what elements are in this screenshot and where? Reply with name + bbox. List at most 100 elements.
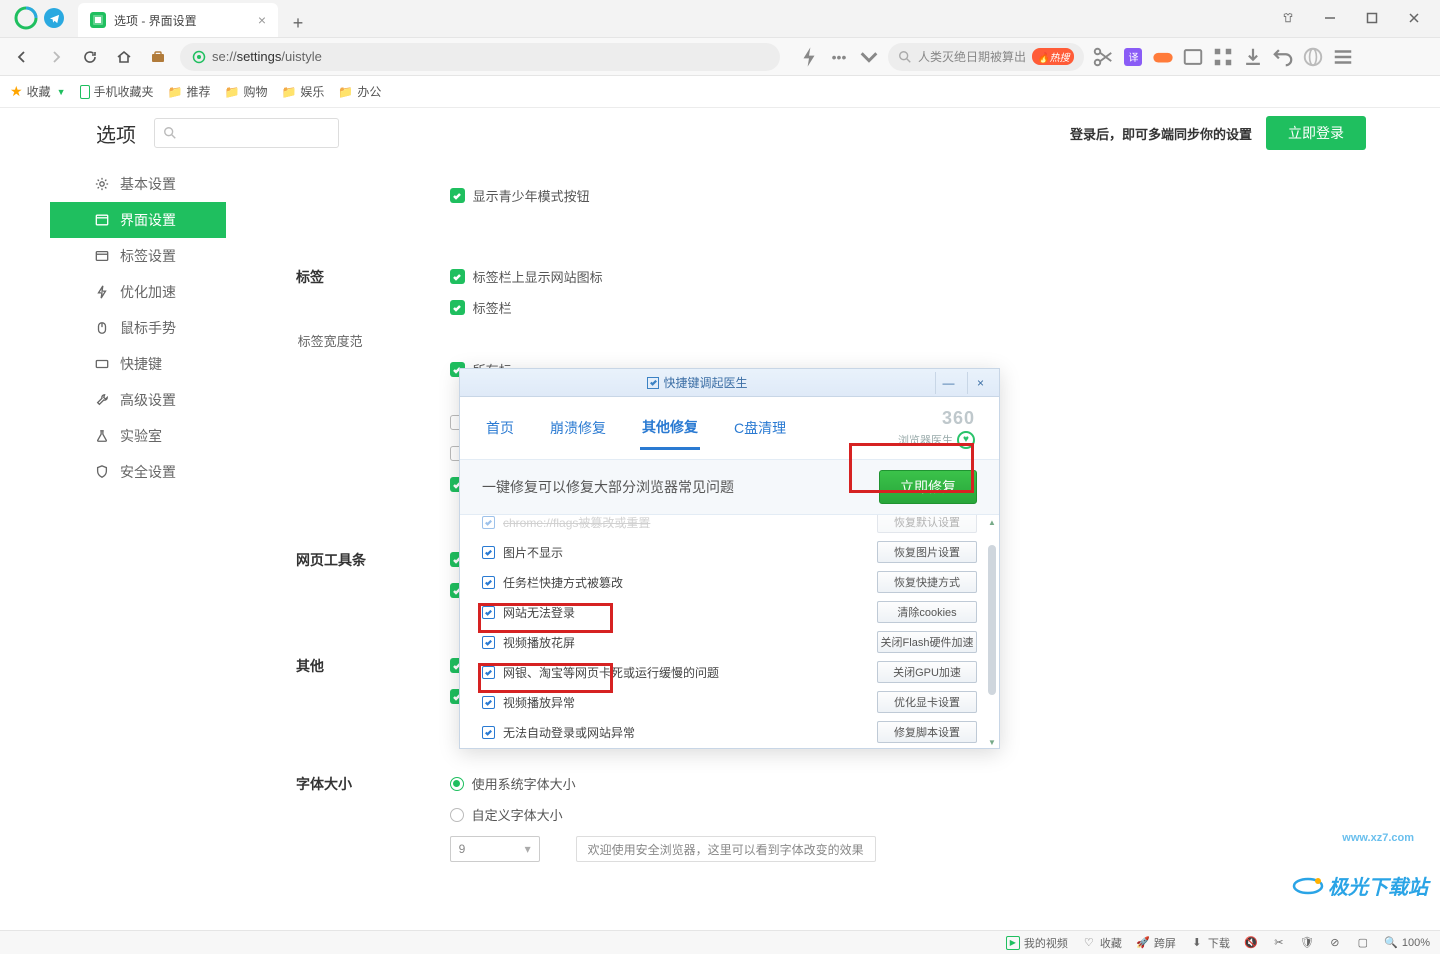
doctor-popup: 快捷键调起医生 — × 首页 崩溃修复 其他修复 C盘清理 360 浏览器医生♥… [459,368,1000,749]
shirt-icon[interactable] [1268,3,1308,33]
popup-tab-other[interactable]: 其他修复 [640,407,700,450]
check-icon[interactable] [482,516,495,529]
check-icon[interactable] [482,696,495,709]
section-tabs-title: 标签 [296,267,446,287]
address-text: se://settings/uistyle [212,49,322,64]
sb-download[interactable]: ⬇下载 [1190,935,1230,951]
bookmark-folder-1[interactable]: 📁推荐 [168,83,211,100]
radio-font-sys[interactable] [450,777,464,791]
radio-font-custom[interactable] [450,808,464,822]
sb-mute[interactable]: 🔇 [1244,936,1258,950]
tab-close-icon[interactable]: × [258,12,266,28]
options-title: 选项 [96,119,136,148]
undo-icon[interactable] [1272,46,1294,68]
check-icon[interactable] [482,636,495,649]
repair-button[interactable]: 清除cookies [877,601,977,623]
sidebar-item-lab[interactable]: 实验室 [50,418,226,454]
popup-minimize-button[interactable]: — [935,372,961,394]
check-icon[interactable] [482,606,495,619]
repair-button[interactable]: 恢复快捷方式 [877,571,977,593]
sb-cut[interactable]: ✂ [1272,936,1286,950]
popup-shortcut-checkbox[interactable] [647,377,659,389]
login-button[interactable]: 立即登录 [1266,116,1366,150]
check-icon[interactable] [482,726,495,739]
lightning-icon[interactable] [798,46,820,68]
game-icon[interactable] [1152,46,1174,68]
back-button[interactable] [10,45,34,69]
repair-button[interactable]: 恢复默认设置 [877,515,977,533]
sb-video[interactable]: ▶我的视频 [1006,935,1068,951]
bookmark-phone[interactable]: 手机收藏夹 [80,83,154,100]
sidebar-item-shortcut[interactable]: 快捷键 [50,346,226,382]
wallet-icon[interactable] [1182,46,1204,68]
popup-brand: 360 浏览器医生♥ [898,408,975,449]
checkbox-teen[interactable] [450,188,465,203]
navbar-tools: ••• 人类灭绝日期被算出 🔥热搜 译 [798,43,1354,71]
sb-shield[interactable]: 🛡 [1300,936,1314,950]
checkbox[interactable] [450,300,465,315]
options-search[interactable] [154,118,339,148]
sidebar-item-tabs[interactable]: 标签设置 [50,238,226,274]
popup-scrollbar[interactable]: ▲ ▼ [987,517,997,747]
scroll-down-icon[interactable]: ▼ [987,737,997,747]
font-size-select[interactable]: 9▾ [450,836,540,862]
repair-button[interactable]: 修复脚本设置 [877,721,977,743]
fix-now-button[interactable]: 立即修复 [879,470,977,504]
sidebar-item-advanced[interactable]: 高级设置 [50,382,226,418]
address-bar[interactable]: se://settings/uistyle [180,43,780,71]
more-icon[interactable]: ••• [828,46,850,68]
sidebar-item-speed[interactable]: 优化加速 [50,274,226,310]
popup-tab-cdisk[interactable]: C盘清理 [732,408,788,448]
forward-button[interactable] [44,45,68,69]
folder-icon: 📁 [168,85,183,99]
heart-icon: ♥ [957,431,975,449]
sb-crossscreen[interactable]: 🚀跨屏 [1136,935,1176,951]
apps-icon[interactable] [1212,46,1234,68]
sb-block[interactable]: ⊘ [1328,936,1342,950]
home-button[interactable] [112,45,136,69]
sidebar-item-security[interactable]: 安全设置 [50,454,226,490]
bookmark-folder-4[interactable]: 📁办公 [338,83,381,100]
repair-button[interactable]: 恢复图片设置 [877,541,977,563]
globe-icon[interactable] [1302,46,1324,68]
check-icon[interactable] [482,576,495,589]
chevron-down-icon[interactable] [858,46,880,68]
bookmark-folder-3[interactable]: 📁娱乐 [281,83,324,100]
site-info-icon[interactable] [192,50,206,64]
window-icon [94,212,110,228]
scroll-thumb[interactable] [988,545,996,695]
browser-tab[interactable]: 选项 - 界面设置 × [78,3,278,37]
repair-button[interactable]: 关闭GPU加速 [877,661,977,683]
new-tab-button[interactable]: + [284,9,312,37]
popup-tab-home[interactable]: 首页 [484,408,516,448]
shield-icon: 🛡 [1300,936,1314,950]
sidebar-item-mouse[interactable]: 鼠标手势 [50,310,226,346]
sidebar-item-basic[interactable]: 基本设置 [50,166,226,202]
telegram-icon[interactable] [44,8,64,28]
close-button[interactable] [1394,3,1434,33]
maximize-button[interactable] [1352,3,1392,33]
sb-screen[interactable]: ▢ [1356,936,1370,950]
sb-fav[interactable]: ♡收藏 [1082,935,1122,951]
menu-icon[interactable] [1332,46,1354,68]
check-icon[interactable] [482,666,495,679]
sb-zoom[interactable]: 🔍100% [1384,936,1430,950]
popup-close-button[interactable]: × [967,372,993,394]
sidebar-item-uistyle[interactable]: 界面设置 [50,202,226,238]
popup-tab-crash[interactable]: 崩溃修复 [548,408,608,448]
bookmark-fav[interactable]: ★收藏▼ [10,83,66,100]
translate-icon[interactable]: 译 [1122,46,1144,68]
check-icon[interactable] [482,546,495,559]
checkbox[interactable] [450,269,465,284]
repair-button[interactable]: 优化显卡设置 [877,691,977,713]
download-icon[interactable] [1242,46,1264,68]
minimize-button[interactable] [1310,3,1350,33]
scroll-up-icon[interactable]: ▲ [987,517,997,527]
scissors-icon[interactable] [1092,46,1114,68]
reload-button[interactable] [78,45,102,69]
tab-title: 选项 - 界面设置 [114,12,197,29]
hotsearch-box[interactable]: 人类灭绝日期被算出 🔥热搜 [888,43,1084,71]
bookmark-folder-2[interactable]: 📁购物 [224,83,267,100]
repair-button[interactable]: 关闭Flash硬件加速 [877,631,977,653]
briefcase-icon[interactable] [146,45,170,69]
